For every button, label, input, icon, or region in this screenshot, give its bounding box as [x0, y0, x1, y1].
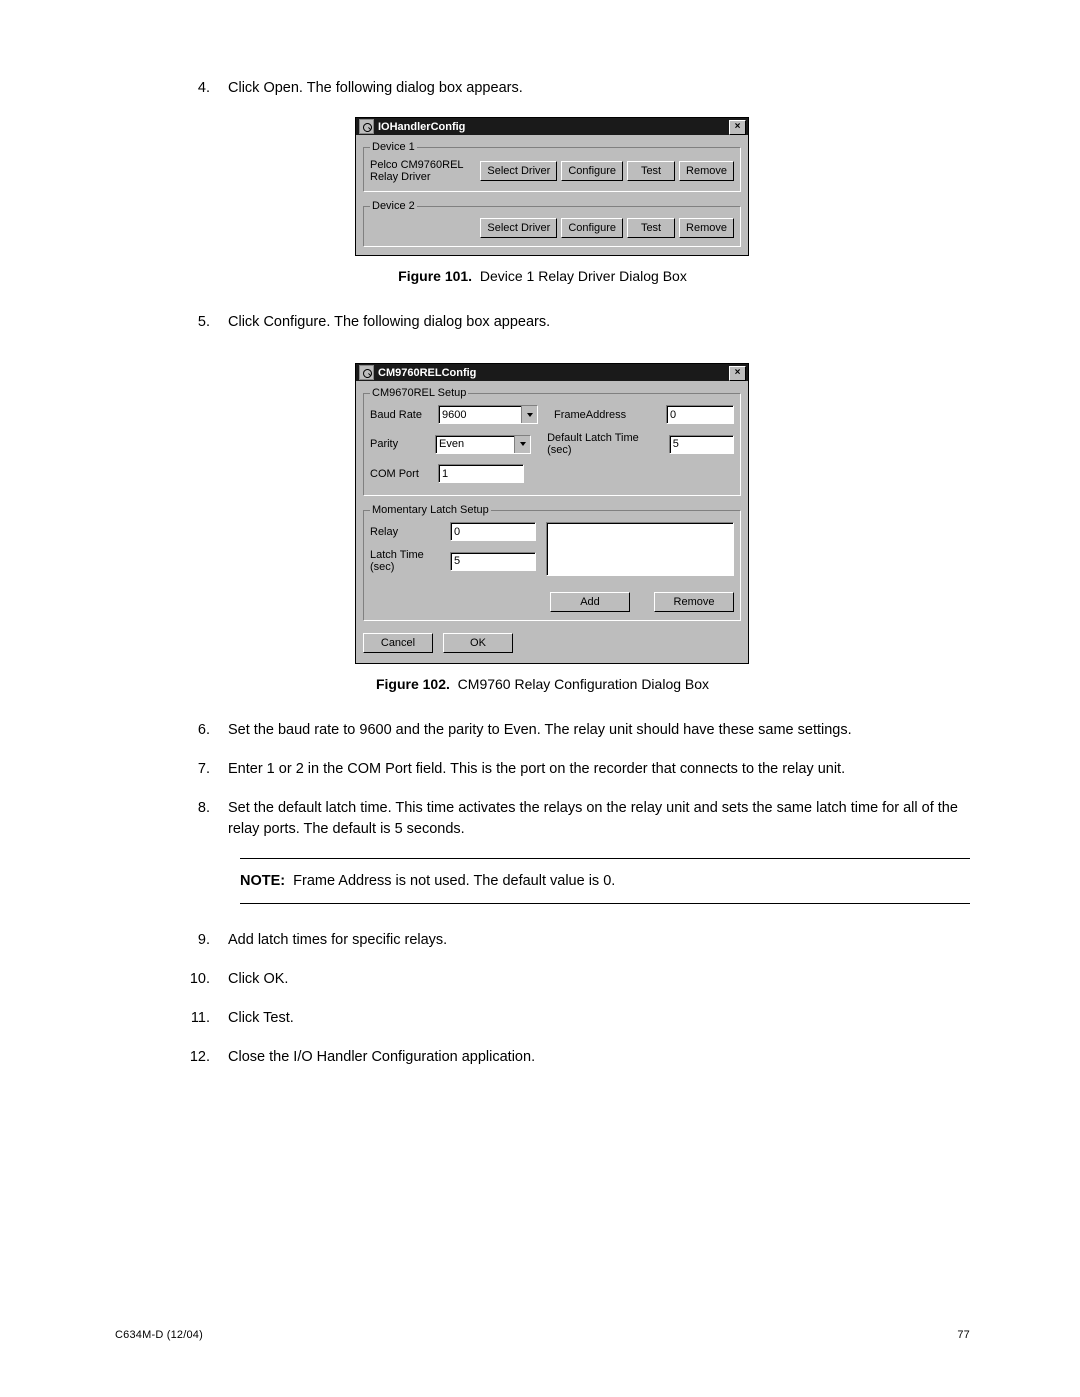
step-number: 11. — [115, 1008, 228, 1029]
device2-legend: Device 2 — [370, 200, 417, 212]
step-text: Click Test. — [228, 1008, 970, 1029]
note-label: NOTE: — [240, 873, 285, 889]
parity-label: Parity — [370, 438, 431, 450]
test-button[interactable]: Test — [627, 161, 675, 181]
step-number: 5. — [115, 312, 228, 333]
relay-field[interactable]: 0 — [450, 522, 536, 541]
device1-group: Device 1 Pelco CM9760REL Relay Driver Se… — [363, 141, 741, 192]
relay-label: Relay — [370, 526, 446, 538]
default-latch-label: Default Latch Time (sec) — [547, 432, 661, 456]
add-button[interactable]: Add — [550, 592, 630, 612]
step-7: 7. Enter 1 or 2 in the COM Port field. T… — [115, 759, 970, 780]
select-driver-button[interactable]: Select Driver — [480, 218, 557, 238]
latch-field[interactable]: 5 — [450, 552, 536, 571]
app-icon — [359, 119, 374, 134]
baud-label: Baud Rate — [370, 409, 434, 421]
chevron-down-icon — [514, 436, 530, 453]
window-title: CM9760RELConfig — [378, 367, 476, 379]
parity-combo[interactable]: Even — [435, 435, 531, 454]
configure-button[interactable]: Configure — [561, 218, 623, 238]
frame-field[interactable]: 0 — [666, 405, 734, 424]
select-driver-button[interactable]: Select Driver — [480, 161, 557, 181]
step-9: 9. Add latch times for specific relays. — [115, 930, 970, 951]
figure-101-caption: Figure 101. Device 1 Relay Driver Dialog… — [115, 268, 970, 284]
remove-button[interactable]: Remove — [679, 161, 734, 181]
step-number: 10. — [115, 969, 228, 990]
latch-label: Latch Time (sec) — [370, 549, 446, 573]
footer-page-number: 77 — [957, 1329, 970, 1341]
step-6: 6. Set the baud rate to 9600 and the par… — [115, 720, 970, 741]
configure-button[interactable]: Configure — [561, 161, 623, 181]
momentary-legend: Momentary Latch Setup — [370, 504, 491, 516]
step-number: 6. — [115, 720, 228, 741]
ok-button[interactable]: OK — [443, 633, 513, 653]
step-11: 11. Click Test. — [115, 1008, 970, 1029]
titlebar: IOHandlerConfig × — [356, 118, 748, 135]
step-text: Enter 1 or 2 in the COM Port field. This… — [228, 759, 970, 780]
device2-group: Device 2 Select Driver Configure Test Re… — [363, 200, 741, 247]
page-footer: C634M-D (12/04) 77 — [115, 1329, 970, 1341]
step-5: 5. Click Configure. The following dialog… — [115, 312, 970, 333]
device1-driver-name: Pelco CM9760REL Relay Driver — [370, 159, 476, 183]
frame-label: FrameAddress — [554, 409, 626, 421]
step-8: 8. Set the default latch time. This time… — [115, 798, 970, 840]
remove-button[interactable]: Remove — [654, 592, 734, 612]
close-icon[interactable]: × — [729, 120, 746, 135]
step-number: 7. — [115, 759, 228, 780]
step-text: Add latch times for specific relays. — [228, 930, 970, 951]
step-number: 9. — [115, 930, 228, 951]
close-icon[interactable]: × — [729, 366, 746, 381]
step-4: 4. Click Open. The following dialog box … — [115, 78, 970, 99]
footer-doc-id: C634M-D (12/04) — [115, 1329, 203, 1341]
window-title: IOHandlerConfig — [378, 121, 465, 133]
com-field[interactable]: 1 — [438, 464, 524, 483]
com-label: COM Port — [370, 468, 434, 480]
step-12: 12. Close the I/O Handler Configuration … — [115, 1047, 970, 1068]
setup-group: CM9670REL Setup Baud Rate 9600 FrameAddr… — [363, 387, 741, 496]
note-block: NOTE: Frame Address is not used. The def… — [115, 858, 970, 904]
step-text: Close the I/O Handler Configuration appl… — [228, 1047, 970, 1068]
step-text: Click Configure. The following dialog bo… — [228, 312, 970, 333]
titlebar: CM9760RELConfig × — [356, 364, 748, 381]
remove-button[interactable]: Remove — [679, 218, 734, 238]
step-number: 12. — [115, 1047, 228, 1068]
step-text: Set the baud rate to 9600 and the parity… — [228, 720, 970, 741]
step-text: Click OK. — [228, 969, 970, 990]
momentary-group: Momentary Latch Setup Relay 0 Latch Time… — [363, 504, 741, 621]
app-icon — [359, 365, 374, 380]
step-10: 10. Click OK. — [115, 969, 970, 990]
step-text: Click Open. The following dialog box app… — [228, 78, 970, 99]
figure-102-caption: Figure 102. CM9760 Relay Configuration D… — [115, 676, 970, 692]
cm9760rel-dialog: CM9760RELConfig × CM9670REL Setup Baud R… — [355, 363, 749, 664]
iohandler-dialog: IOHandlerConfig × Device 1 Pelco CM9760R… — [355, 117, 749, 256]
note-text: Frame Address is not used. The default v… — [293, 873, 615, 889]
step-number: 4. — [115, 78, 228, 99]
chevron-down-icon — [521, 406, 537, 423]
default-latch-field[interactable]: 5 — [669, 435, 734, 454]
test-button[interactable]: Test — [627, 218, 675, 238]
setup-legend: CM9670REL Setup — [370, 387, 468, 399]
step-number: 8. — [115, 798, 228, 840]
baud-combo[interactable]: 9600 — [438, 405, 538, 424]
cancel-button[interactable]: Cancel — [363, 633, 433, 653]
device1-legend: Device 1 — [370, 141, 417, 153]
step-text: Set the default latch time. This time ac… — [228, 798, 970, 840]
relay-listbox[interactable] — [546, 522, 734, 576]
